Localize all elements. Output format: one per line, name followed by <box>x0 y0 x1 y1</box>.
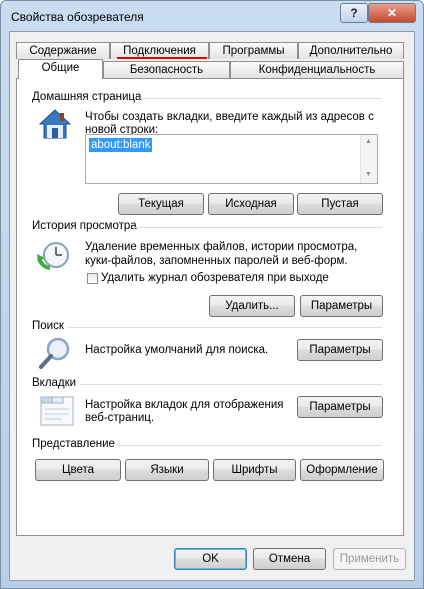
home-page-url-textarea[interactable]: about:blank ▲ ▼ <box>85 134 378 184</box>
home-page-url-value: about:blank <box>89 138 153 152</box>
search-heading: Поиск <box>32 320 64 332</box>
delete-history-on-exit-checkbox[interactable] <box>87 273 98 284</box>
appearance-heading: Представление <box>32 438 115 450</box>
fonts-button[interactable]: Шрифты <box>213 459 296 481</box>
tab-advanced[interactable]: Дополнительно <box>298 42 404 59</box>
scroll-up-icon[interactable]: ▲ <box>365 138 372 145</box>
close-button[interactable]: ✕ <box>368 3 416 23</box>
use-default-button[interactable]: Исходная <box>208 193 294 215</box>
textarea-scrollbar[interactable]: ▲ ▼ <box>360 135 377 183</box>
annotation-underline <box>117 57 207 59</box>
group-divider <box>118 445 382 446</box>
home-page-heading: Домашняя страница <box>32 91 142 103</box>
history-heading: История просмотра <box>32 220 137 232</box>
apply-button[interactable]: Применить <box>333 548 406 570</box>
use-current-button[interactable]: Текущая <box>118 193 204 215</box>
tabs-heading: Вкладки <box>32 377 77 389</box>
window-title: Свойства обозревателя <box>11 10 144 24</box>
group-divider <box>80 384 382 385</box>
help-button[interactable]: ? <box>340 3 368 23</box>
group-divider <box>140 98 382 99</box>
scroll-down-icon[interactable]: ▼ <box>365 171 372 178</box>
help-icon: ? <box>350 6 358 20</box>
ok-button[interactable]: OK <box>174 548 247 570</box>
history-icon <box>37 242 69 270</box>
group-divider <box>134 227 382 228</box>
history-description-line1: Удаление временных файлов, истории просм… <box>85 241 358 253</box>
tab-general[interactable]: Общие <box>18 59 103 79</box>
delete-history-button[interactable]: Удалить... <box>209 295 295 317</box>
home-description-line1: Чтобы создать вкладки, введите каждый из… <box>85 111 374 123</box>
tab-security[interactable]: Безопасность <box>103 61 230 78</box>
search-icon <box>39 337 70 369</box>
tab-content[interactable]: Содержание <box>16 42 110 59</box>
delete-history-on-exit-label[interactable]: Удалить журнал обозревателя при выходе <box>101 271 329 285</box>
home-icon <box>38 109 72 139</box>
tabs-settings-button[interactable]: Параметры <box>297 396 383 418</box>
accessibility-button[interactable]: Оформление <box>300 459 384 481</box>
history-description-line2: куки-файлов, запомненных паролей и веб-ф… <box>85 255 348 267</box>
tabs-icon <box>40 396 74 426</box>
tabs-description-line2: веб-страниц. <box>85 412 155 424</box>
tab-programs[interactable]: Программы <box>209 42 298 59</box>
cancel-button[interactable]: Отмена <box>253 548 326 570</box>
languages-button[interactable]: Языки <box>125 459 209 481</box>
history-settings-button[interactable]: Параметры <box>300 295 383 317</box>
search-description: Настройка умолчаний для поиска. <box>85 344 269 356</box>
title-bar[interactable]: Свойства обозревателя ? ✕ <box>1 1 423 31</box>
use-blank-button[interactable]: Пустая <box>297 193 383 215</box>
search-settings-button[interactable]: Параметры <box>297 339 383 361</box>
close-icon: ✕ <box>386 6 398 20</box>
tab-privacy[interactable]: Конфиденциальность <box>230 61 404 78</box>
tabs-description-line1: Настройка вкладок для отображения <box>85 399 284 411</box>
group-divider <box>68 327 382 328</box>
colors-button[interactable]: Цвета <box>35 459 121 481</box>
